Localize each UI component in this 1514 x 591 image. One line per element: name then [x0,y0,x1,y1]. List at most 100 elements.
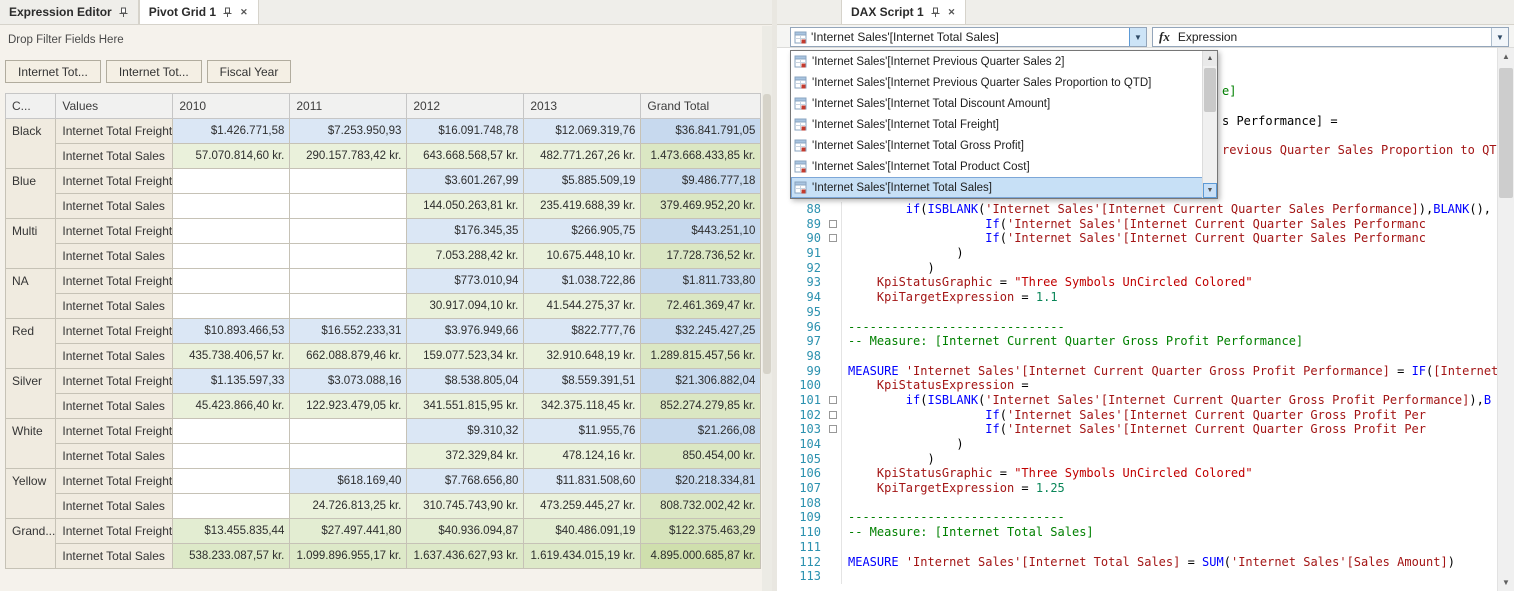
row-header-measure[interactable]: Internet Total Sales [56,144,173,169]
row-header-measure[interactable]: Internet Total Freight [56,119,173,144]
pivot-cell[interactable]: $16.091.748,78 [407,119,524,144]
pivot-cell[interactable]: 310.745.743,90 kr. [407,494,524,519]
pivot-cell[interactable]: $21.266,08 [641,419,761,444]
pivot-cell[interactable]: 159.077.523,34 kr. [407,344,524,369]
dropdown-item[interactable]: 'Internet Sales'[Internet Total Sales] [791,177,1217,198]
dropdown-item[interactable]: 'Internet Sales'[Internet Total Gross Pr… [791,135,1217,156]
row-header-measure[interactable]: Internet Total Sales [56,344,173,369]
row-header-color[interactable]: Grand... [6,519,56,569]
row-header-measure[interactable]: Internet Total Sales [56,544,173,569]
code-line[interactable]: 107 KpiTargetExpression = 1.25 [777,481,1497,496]
tab-expression-editor[interactable]: Expression Editor [0,0,139,24]
pivot-cell[interactable]: 643.668.568,57 kr. [407,144,524,169]
code-line[interactable]: 113 [777,569,1497,584]
left-vertical-scrollbar[interactable] [762,26,772,591]
code-line[interactable]: 93 KpiStatusGraphic = "Three Symbols UnC… [777,275,1497,290]
code-line[interactable]: 101 if(ISBLANK('Internet Sales'[Internet… [777,393,1497,408]
pivot-cell[interactable]: 482.771.267,26 kr. [524,144,641,169]
row-header-measure[interactable]: Internet Total Sales [56,194,173,219]
dropdown-item[interactable]: 'Internet Sales'[Internet Previous Quart… [791,51,1217,72]
pivot-column-header[interactable]: 2013 [524,94,641,119]
tab-dax-script[interactable]: DAX Script 1 ✕ [841,0,966,24]
pivot-cell[interactable]: $443.251,10 [641,219,761,244]
pivot-cell[interactable]: 342.375.118,45 kr. [524,394,641,419]
pivot-column-header[interactable]: 2012 [407,94,524,119]
pivot-column-header[interactable]: Grand Total [641,94,761,119]
pivot-cell[interactable]: $40.936.094,87 [407,519,524,544]
pivot-cell[interactable]: $3.601.267,99 [407,169,524,194]
code-line[interactable]: 96------------------------------ [777,320,1497,335]
drop-filter-area[interactable]: Drop Filter Fields Here [8,34,124,46]
code-line[interactable]: 92 ) [777,261,1497,276]
scrollbar-thumb[interactable] [763,94,771,374]
pivot-cell[interactable] [290,269,407,294]
fold-marker-icon[interactable] [829,234,837,242]
pivot-cell[interactable]: $773.010,94 [407,269,524,294]
chevron-down-icon[interactable]: ▼ [1491,28,1508,46]
pivot-cell[interactable]: 341.551.815,95 kr. [407,394,524,419]
pivot-cell[interactable]: $8.559.391,51 [524,369,641,394]
pivot-cell[interactable]: $16.552.233,31 [290,319,407,344]
row-header-color[interactable]: Blue [6,169,56,219]
pivot-cell[interactable]: 538.233.087,57 kr. [173,544,290,569]
pivot-cell[interactable]: 1.289.815.457,56 kr. [641,344,761,369]
pivot-cell[interactable] [290,219,407,244]
pivot-cell[interactable]: 4.895.000.685,87 kr. [641,544,761,569]
pivot-cell[interactable]: $1.038.722,86 [524,269,641,294]
pivot-cell[interactable]: 478.124,16 kr. [524,444,641,469]
row-header-measure[interactable]: Internet Total Sales [56,244,173,269]
pivot-cell[interactable]: $1.811.733,80 [641,269,761,294]
pivot-cell[interactable]: $27.497.441,80 [290,519,407,544]
pivot-cell[interactable]: $10.893.466,53 [173,319,290,344]
code-line[interactable]: 99MEASURE 'Internet Sales'[Internet Curr… [777,364,1497,379]
code-line[interactable]: 98 [777,349,1497,364]
pivot-cell[interactable]: $1.135.597,33 [173,369,290,394]
pivot-cell[interactable] [290,294,407,319]
expression-combobox[interactable]: fx Expression ▼ [1152,27,1509,47]
pivot-cell[interactable] [290,194,407,219]
pivot-cell[interactable]: 7.053.288,42 kr. [407,244,524,269]
fold-marker-icon[interactable] [829,411,837,419]
pivot-cell[interactable]: 30.917.094,10 kr. [407,294,524,319]
pivot-cell[interactable]: 850.454,00 kr. [641,444,761,469]
pivot-cell[interactable]: 1.619.434.015,19 kr. [524,544,641,569]
row-header-measure[interactable]: Internet Total Freight [56,319,173,344]
pivot-cell[interactable] [290,169,407,194]
pivot-cell[interactable]: $266.905,75 [524,219,641,244]
pivot-column-header[interactable]: Values [56,94,173,119]
row-header-color[interactable]: Red [6,319,56,369]
pivot-cell[interactable]: 808.732.002,42 kr. [641,494,761,519]
scroll-up-icon[interactable]: ▲ [1498,48,1514,65]
pivot-cell[interactable]: $20.218.334,81 [641,469,761,494]
code-line[interactable]: 102 If('Internet Sales'[Internet Current… [777,408,1497,423]
pivot-cell[interactable]: 45.423.866,40 kr. [173,394,290,419]
pivot-cell[interactable]: 41.544.275,37 kr. [524,294,641,319]
pivot-column-header[interactable]: C... [6,94,56,119]
row-header-color[interactable]: NA [6,269,56,319]
row-header-color[interactable]: Yellow [6,469,56,519]
pivot-cell[interactable]: $822.777,76 [524,319,641,344]
pivot-cell[interactable]: $40.486.091,19 [524,519,641,544]
pivot-cell[interactable]: 17.728.736,52 kr. [641,244,761,269]
pivot-cell[interactable] [173,294,290,319]
pivot-cell[interactable] [173,494,290,519]
pivot-cell[interactable]: $1.426.771,58 [173,119,290,144]
code-line[interactable]: 91 ) [777,246,1497,261]
pivot-cell[interactable]: 24.726.813,25 kr. [290,494,407,519]
pivot-cell[interactable]: $8.538.805,04 [407,369,524,394]
pivot-cell[interactable]: $618.169,40 [290,469,407,494]
row-header-measure[interactable]: Internet Total Sales [56,494,173,519]
scroll-up-icon[interactable]: ▲ [1203,51,1217,66]
pivot-cell[interactable] [173,444,290,469]
pivot-cell[interactable]: $7.768.656,80 [407,469,524,494]
code-line[interactable]: 90 If('Internet Sales'[Internet Current … [777,231,1497,246]
pivot-cell[interactable] [290,444,407,469]
pivot-cell[interactable]: 72.461.369,47 kr. [641,294,761,319]
pivot-cell[interactable] [290,244,407,269]
pivot-column-header[interactable]: 2011 [290,94,407,119]
pivot-cell[interactable]: 235.419.688,39 kr. [524,194,641,219]
filter-field-button-2[interactable]: Fiscal Year [207,60,292,83]
row-header-color[interactable]: Multi [6,219,56,269]
row-header-measure[interactable]: Internet Total Freight [56,469,173,494]
filter-field-button-1[interactable]: Internet Tot... [106,60,202,83]
